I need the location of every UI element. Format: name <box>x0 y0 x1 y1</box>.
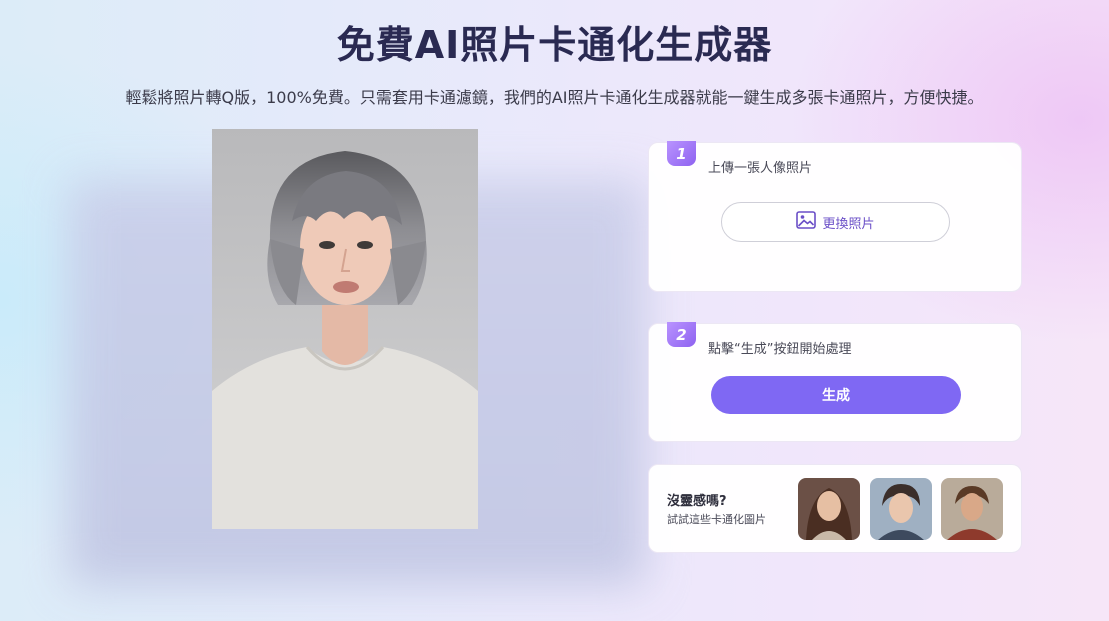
example-thumbnail[interactable] <box>941 478 1003 540</box>
inspiration-subtitle: 試試這些卡通化圖片 <box>667 513 766 526</box>
page-title: 免費AI照片卡通化生成器 <box>336 23 773 67</box>
uploaded-photo <box>212 129 478 529</box>
step-2-badge: 2 <box>667 322 696 347</box>
upload-step-card: 1 上傳一張人像照片 更換照片 <box>648 141 1022 292</box>
inspiration-card: 沒靈感嗎? 試試這些卡通化圖片 <box>648 464 1022 553</box>
generate-button[interactable]: 生成 <box>711 376 961 414</box>
step-2-label: 點擊“生成”按鈕開始處理 <box>708 342 852 357</box>
example-thumbnail[interactable] <box>798 478 860 540</box>
step-1-label: 上傳一張人像照片 <box>708 161 813 176</box>
change-photo-label: 更換照片 <box>822 216 875 232</box>
inspiration-title: 沒靈感嗎? <box>667 494 727 509</box>
change-photo-button[interactable]: 更換照片 <box>721 202 950 242</box>
generate-step-card: 2 點擊“生成”按鈕開始處理 生成 <box>648 322 1022 442</box>
example-thumbnail[interactable] <box>870 478 932 540</box>
step-1-badge: 1 <box>667 141 696 166</box>
page-subtitle: 輕鬆將照片轉Q版，100%免費。只需套用卡通濾鏡，我們的AI照片卡通化生成器就能… <box>125 88 984 107</box>
image-icon <box>796 211 817 233</box>
